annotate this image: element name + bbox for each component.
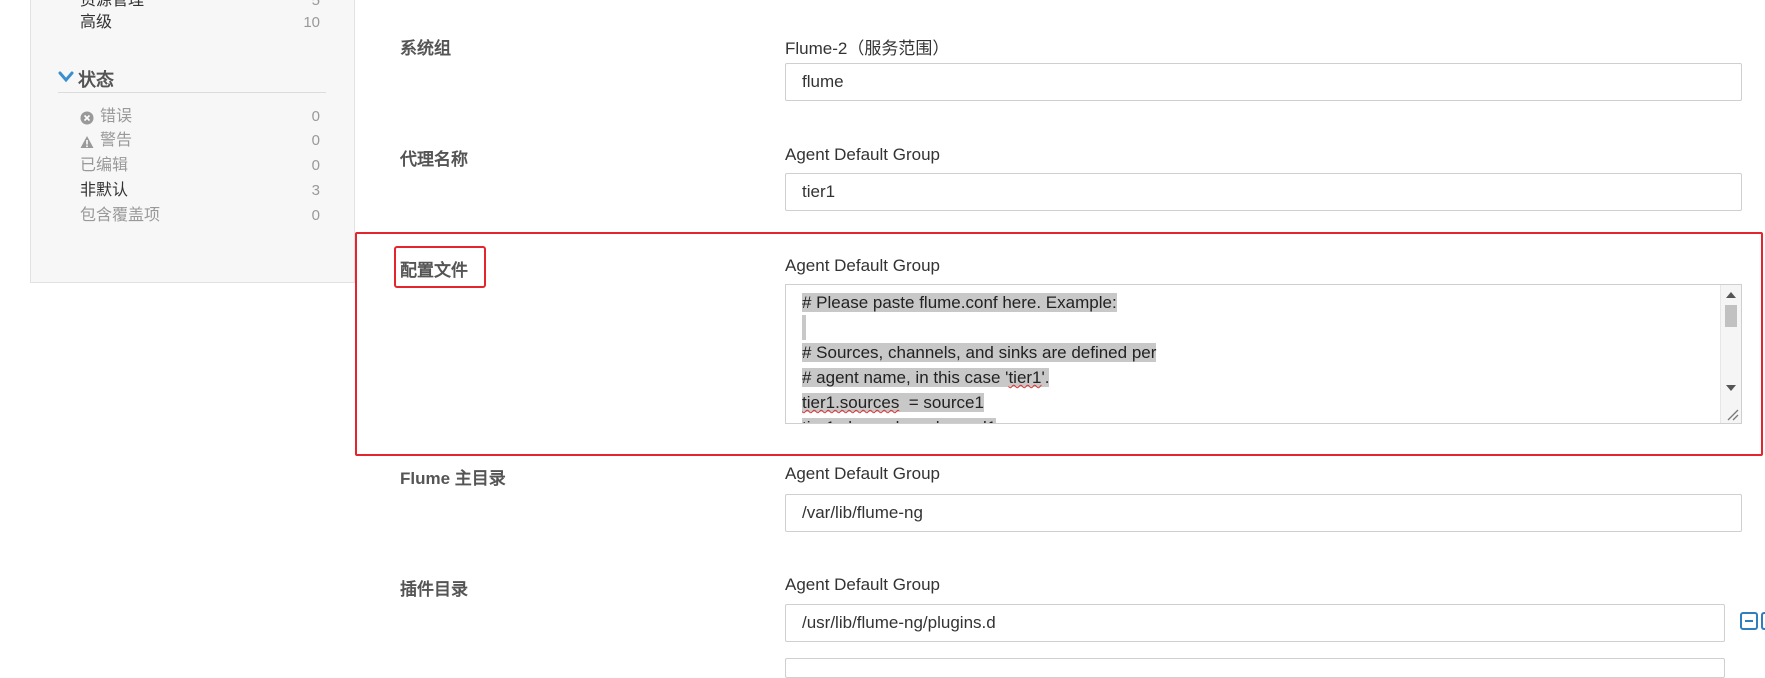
- plugin-dir-label: 插件目录: [400, 580, 468, 599]
- add-value-icon[interactable]: [1761, 612, 1765, 630]
- remove-value-icon[interactable]: [1740, 612, 1758, 630]
- textarea-line: # Sources, channels, and sinks are defin…: [802, 343, 1157, 362]
- sidebar-item-label: 高级: [80, 14, 113, 31]
- sidebar-item-count: 10: [303, 14, 320, 31]
- system-group-label: 系统组: [400, 39, 451, 58]
- status-filter-edited[interactable]: 已编辑 0: [50, 155, 320, 177]
- status-filter-label: 错误: [100, 108, 133, 125]
- status-filter-label: 非默认: [80, 182, 129, 199]
- status-filter-count: 0: [311, 157, 320, 174]
- textarea-line: tier1.channels = channel1: [802, 415, 997, 423]
- sidebar-item-label: 资源管理: [80, 0, 145, 9]
- sidebar-item-advanced[interactable]: 高级 10: [50, 12, 320, 34]
- system-group-scope: Flume-2（服务范围）: [785, 39, 950, 58]
- plugin-dir-input[interactable]: /usr/lib/flume-ng/plugins.d: [785, 604, 1725, 642]
- status-filter-label: 包含覆盖项: [80, 207, 161, 224]
- status-filter-label: 已编辑: [80, 157, 129, 174]
- scroll-up-arrow-icon[interactable]: [1726, 292, 1736, 298]
- status-section-header[interactable]: 状态: [58, 64, 326, 93]
- textarea-line: # agent name, in this case 'tier1'.: [802, 368, 1050, 387]
- scroll-down-arrow-icon[interactable]: [1726, 385, 1736, 391]
- agent-name-label: 代理名称: [400, 150, 468, 169]
- status-filter-count: 0: [311, 207, 320, 224]
- agent-name-input[interactable]: tier1: [785, 173, 1742, 211]
- textarea-line: [802, 315, 806, 340]
- sidebar-item-count: 5: [311, 0, 320, 9]
- sidebar-item-resource-management[interactable]: 资源管理 5: [50, 0, 320, 12]
- chevron-down-icon: [58, 71, 74, 83]
- warning-triangle-icon: [80, 136, 94, 148]
- error-circle-icon: [80, 111, 94, 125]
- scrollbar-thumb[interactable]: [1725, 305, 1737, 327]
- status-filter-error[interactable]: 错误 0: [50, 106, 320, 128]
- system-group-input[interactable]: flume: [785, 63, 1742, 101]
- status-filter-warning[interactable]: 警告 0: [50, 130, 320, 152]
- config-file-scope: Agent Default Group: [785, 256, 940, 275]
- resize-handle-icon[interactable]: [1725, 407, 1739, 421]
- status-filter-non-default[interactable]: 非默认 3: [50, 180, 320, 202]
- textarea-scrollbar[interactable]: [1720, 285, 1741, 423]
- status-filter-label: 警告: [100, 132, 133, 149]
- config-file-textarea[interactable]: # Please paste flume.conf here. Example:…: [785, 284, 1742, 424]
- status-filter-count: 0: [311, 108, 320, 125]
- status-filter-has-overrides[interactable]: 包含覆盖项 0: [50, 205, 320, 227]
- plugin-dir-input-2[interactable]: [785, 658, 1725, 678]
- flume-home-input[interactable]: /var/lib/flume-ng: [785, 494, 1742, 532]
- status-filter-count: 3: [311, 182, 320, 199]
- flume-home-scope: Agent Default Group: [785, 464, 940, 483]
- config-file-label: 配置文件: [400, 261, 468, 280]
- flume-home-label: Flume 主目录: [400, 469, 506, 488]
- status-filter-count: 0: [311, 132, 320, 149]
- agent-name-scope: Agent Default Group: [785, 145, 940, 164]
- textarea-line: tier1.sources = source1: [802, 393, 984, 412]
- textarea-line: # Please paste flume.conf here. Example:: [802, 293, 1117, 312]
- plugin-dir-scope: Agent Default Group: [785, 575, 940, 594]
- status-section-title: 状态: [78, 70, 114, 90]
